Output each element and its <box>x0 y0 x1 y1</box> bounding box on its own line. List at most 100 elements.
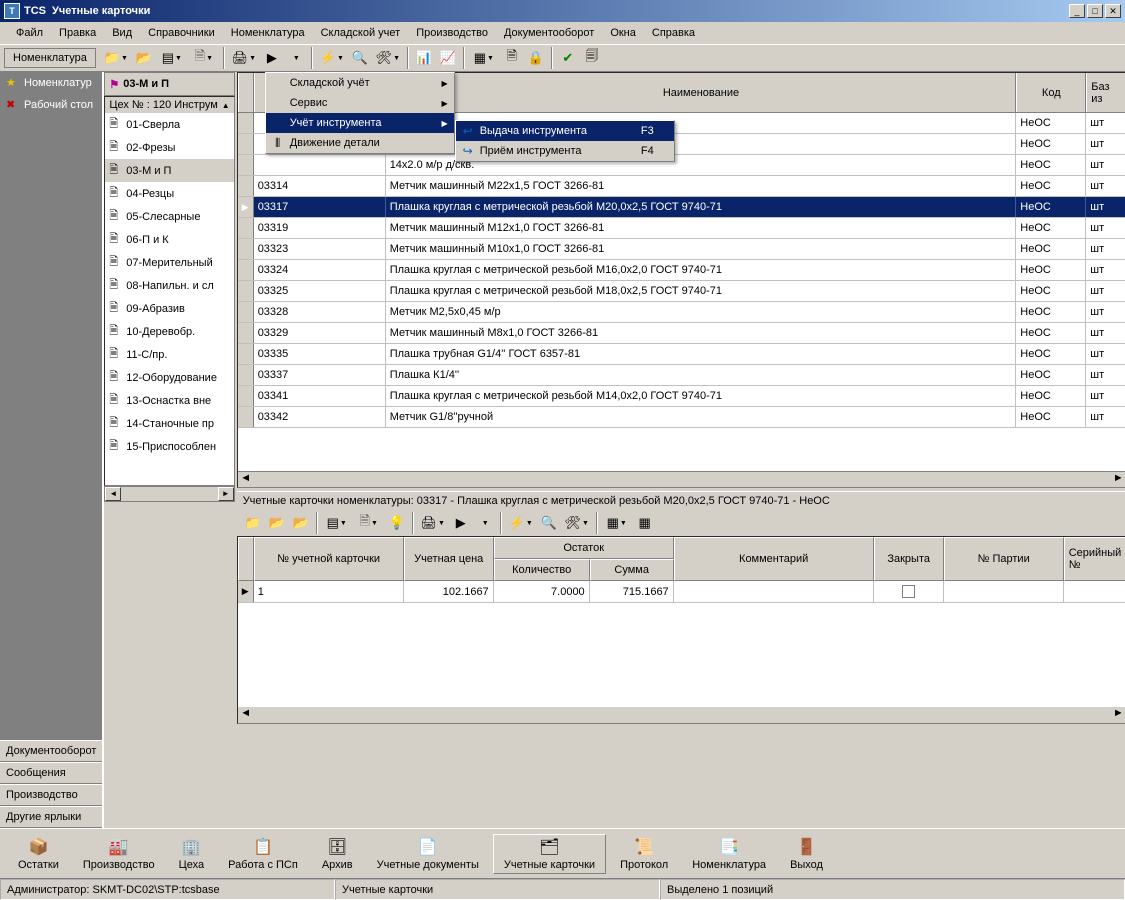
print-button[interactable]: ▼ <box>229 47 259 69</box>
tree-node[interactable]: 07-Мерительный <box>105 251 233 274</box>
grid-row[interactable]: 03323Метчик машинный М10х1,0 ГОСТ 3266-8… <box>238 239 1125 260</box>
menu-service[interactable]: Сервис <box>266 93 454 113</box>
detail-grid-body[interactable]: ▶ 1 102.1667 7.0000 715.1667 <box>238 581 1125 707</box>
dt-props[interactable]: ▤▼ <box>322 512 352 534</box>
tree-node[interactable]: 10-Деревобр. <box>105 320 233 343</box>
app-tab-Протокол[interactable]: 📜Протокол <box>610 835 678 873</box>
grid-row[interactable]: 03335Плашка трубная G1/4'' ГОСТ 6357-81Н… <box>238 344 1125 365</box>
nav-tab-other[interactable]: Другие ярлыки <box>0 806 102 828</box>
menu-windows[interactable]: Окна <box>602 24 644 42</box>
tb-extra-1[interactable]: 📊 <box>413 47 435 69</box>
dt-bulb[interactable]: 💡 <box>386 512 408 534</box>
menu-nomen[interactable]: Номенклатура <box>223 24 313 42</box>
col-code[interactable]: Код <box>1016 73 1086 112</box>
dcol-rest[interactable]: Остаток <box>494 537 674 559</box>
tree-node[interactable]: 08-Напильн. и сл <box>105 274 233 297</box>
run-button[interactable] <box>261 47 283 69</box>
run-drop-button[interactable]: ▼ <box>285 47 307 69</box>
col-unit[interactable]: Баз из <box>1086 73 1125 112</box>
menu-tool-accounting[interactable]: Учёт инструмента <box>266 113 454 133</box>
grid-row[interactable]: 03324Плашка круглая с метрической резьбо… <box>238 260 1125 281</box>
dt-tools[interactable]: ▼ <box>562 512 592 534</box>
tree-hscroll[interactable]: ◄► <box>104 486 234 502</box>
folder-add-button[interactable]: ▼ <box>101 47 131 69</box>
dt-run[interactable] <box>450 512 472 534</box>
dt-filter[interactable]: ▼ <box>506 512 536 534</box>
dt-ex1[interactable]: ▦▼ <box>602 512 632 534</box>
submenu-issue-tool[interactable]: ↩Выдача инструментаF3 <box>456 121 674 141</box>
dt-print[interactable]: ▼ <box>418 512 448 534</box>
nav-tab-docflow[interactable]: Документооборот <box>0 740 102 762</box>
menu-prod[interactable]: Производство <box>408 24 496 42</box>
app-tab-Номенклатура[interactable]: 📑Номенклатура <box>682 835 776 873</box>
grid-row[interactable]: 03342Метчик G1/8''ручнойНеОСшт <box>238 407 1125 428</box>
detail-row[interactable]: ▶ 1 102.1667 7.0000 715.1667 <box>238 581 1125 603</box>
tree-node[interactable]: 12-Оборудование <box>105 366 233 389</box>
apply-button[interactable] <box>557 47 579 69</box>
app-tab-Учетные карточки[interactable]: 🗂Учетные карточки <box>493 834 606 874</box>
app-tab-Цеха[interactable]: 🏢Цеха <box>169 835 215 873</box>
dt-add[interactable] <box>242 512 264 534</box>
dcol-price[interactable]: Учетная цена <box>404 537 494 581</box>
app-tab-Остатки[interactable]: 📦Остатки <box>8 835 69 873</box>
dcol-qty[interactable]: Количество <box>494 559 590 581</box>
app-tab-Работа с ПСп[interactable]: 📋Работа с ПСп <box>218 835 308 873</box>
menu-docflow[interactable]: Документооборот <box>496 24 602 42</box>
tree-node[interactable]: 01-Сверла <box>105 113 233 136</box>
dcol-serial[interactable]: Серийный № <box>1064 537 1125 581</box>
menu-ref[interactable]: Справочники <box>140 24 223 42</box>
tree-body[interactable]: Цех № : 120 Инструм▲ 01-Сверла02-Фрезы03… <box>104 96 234 486</box>
tree-node[interactable]: 11-С/пр. <box>105 343 233 366</box>
tree-node[interactable]: 06-П и К <box>105 228 233 251</box>
app-tab-Производство[interactable]: 🏭Производство <box>73 835 165 873</box>
grid-hscroll[interactable]: ◄► <box>238 471 1125 487</box>
dt-del[interactable] <box>290 512 312 534</box>
closed-checkbox[interactable] <box>902 585 915 598</box>
grid-row[interactable]: ▶03317Плашка круглая с метрической резьб… <box>238 197 1125 218</box>
tree-node[interactable]: 02-Фрезы <box>105 136 233 159</box>
tb-new-doc[interactable]: 🗎 <box>501 47 523 69</box>
menu-stock-accounting[interactable]: Складской учёт <box>266 73 454 93</box>
dt-ex2[interactable]: ▦ <box>634 512 656 534</box>
dcol-comment[interactable]: Комментарий <box>674 537 874 581</box>
find-button[interactable] <box>349 47 371 69</box>
tb-extra-4[interactable]: 🔒 <box>525 47 547 69</box>
grid-row[interactable]: 03319Метчик машинный М12х1,0 ГОСТ 3266-8… <box>238 218 1125 239</box>
grid-row[interactable]: 03328Метчик М2,5х0,45 м/рНеОСшт <box>238 302 1125 323</box>
dt-doc[interactable]: ▼ <box>354 512 384 534</box>
nav-item-desktop[interactable]: Рабочий стол <box>0 94 102 116</box>
dcol-sum[interactable]: Сумма <box>590 559 674 581</box>
grid-row[interactable]: 14х2.0 м/р д/скв.НеОСшт <box>238 155 1125 176</box>
detail-hscroll[interactable]: ◄► <box>238 707 1125 723</box>
app-tab-Учетные документы[interactable]: 📄Учетные документы <box>367 835 489 873</box>
maximize-button[interactable]: □ <box>1087 4 1103 18</box>
dt-edit[interactable]: 📂 <box>266 512 288 534</box>
folder-remove-button[interactable] <box>133 47 155 69</box>
menu-file[interactable]: Файл <box>8 24 51 42</box>
tree-node[interactable]: 09-Абразив <box>105 297 233 320</box>
dcol-cardno[interactable]: № учетной карточки <box>254 537 404 581</box>
dt-find[interactable] <box>538 512 560 534</box>
tree-root[interactable]: Цех № : 120 Инструм▲ <box>105 97 233 113</box>
tree-node[interactable]: 05-Слесарные <box>105 205 233 228</box>
minimize-button[interactable]: _ <box>1069 4 1085 18</box>
col-name[interactable]: Наименование <box>386 73 1017 112</box>
tb-extra-3[interactable]: ▦▼ <box>469 47 499 69</box>
tb-extra-5[interactable]: 🗐 <box>581 47 603 69</box>
app-tab-Выход[interactable]: 🚪Выход <box>780 835 833 873</box>
tree-node[interactable]: 13-Оснастка вне <box>105 389 233 412</box>
nav-item-nomenclature[interactable]: Номенклатур <box>0 72 102 94</box>
grid-row[interactable]: 03337Плашка К1/4''НеОСшт <box>238 365 1125 386</box>
close-button[interactable]: ✕ <box>1105 4 1121 18</box>
dcol-batch[interactable]: № Партии <box>944 537 1064 581</box>
grid-row[interactable]: 03325Плашка круглая с метрической резьбо… <box>238 281 1125 302</box>
app-tab-Архив[interactable]: 🗄Архив <box>312 835 363 873</box>
grid-row[interactable]: 03341Плашка круглая с метрической резьбо… <box>238 386 1125 407</box>
dt-run-drop[interactable]: ▼ <box>474 512 496 534</box>
tools-button[interactable]: ▼ <box>373 47 403 69</box>
grid-body[interactable]: НеОСштНеОСшт14х2.0 м/р д/скв.НеОСшт03314… <box>238 113 1125 428</box>
doc-button[interactable]: ▼ <box>189 47 219 69</box>
dcol-closed[interactable]: Закрыта <box>874 537 944 581</box>
menu-view[interactable]: Вид <box>104 24 140 42</box>
props-button[interactable]: ▤▼ <box>157 47 187 69</box>
